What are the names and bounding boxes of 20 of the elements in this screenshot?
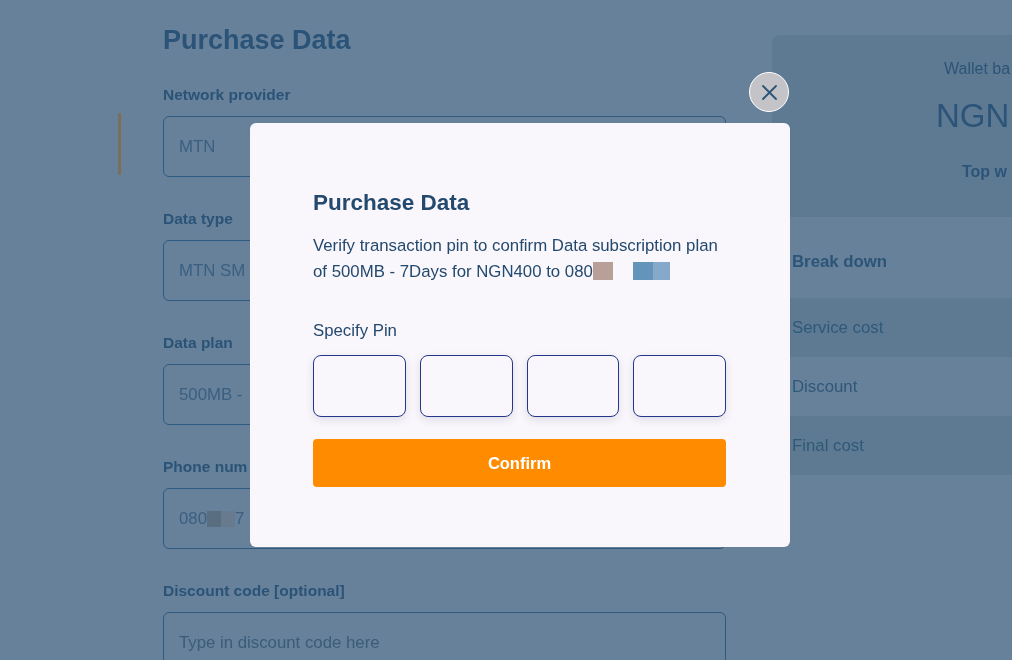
close-icon (761, 84, 777, 100)
close-button[interactable] (749, 72, 789, 112)
pin-input[interactable] (633, 355, 726, 417)
field-label: Phone num (163, 458, 248, 476)
pixelated-redaction (207, 510, 235, 527)
pin-input[interactable] (419, 355, 513, 417)
confirm-button[interactable]: Confirm (313, 439, 726, 487)
pin-input[interactable] (313, 355, 406, 417)
pin-label: Specify Pin (313, 321, 397, 341)
breakdown-title: Break down (792, 252, 888, 272)
field-label: Data plan (163, 334, 233, 352)
field-label: Network provider (163, 86, 291, 104)
breakdown-label: Discount (792, 376, 858, 397)
page-title: Purchase Data (163, 24, 351, 56)
vertical-bar-marker (118, 113, 121, 175)
confirmation-message: Verify transaction pin to confirm Data subscription plan of 500MB - 7Days for NGN400 to 080 (313, 236, 718, 281)
field-label: Discount code [optional] (163, 582, 345, 600)
field-label: Data type (163, 210, 233, 228)
pin-input[interactable] (526, 355, 620, 417)
dialog-title: Purchase Data (313, 190, 470, 216)
